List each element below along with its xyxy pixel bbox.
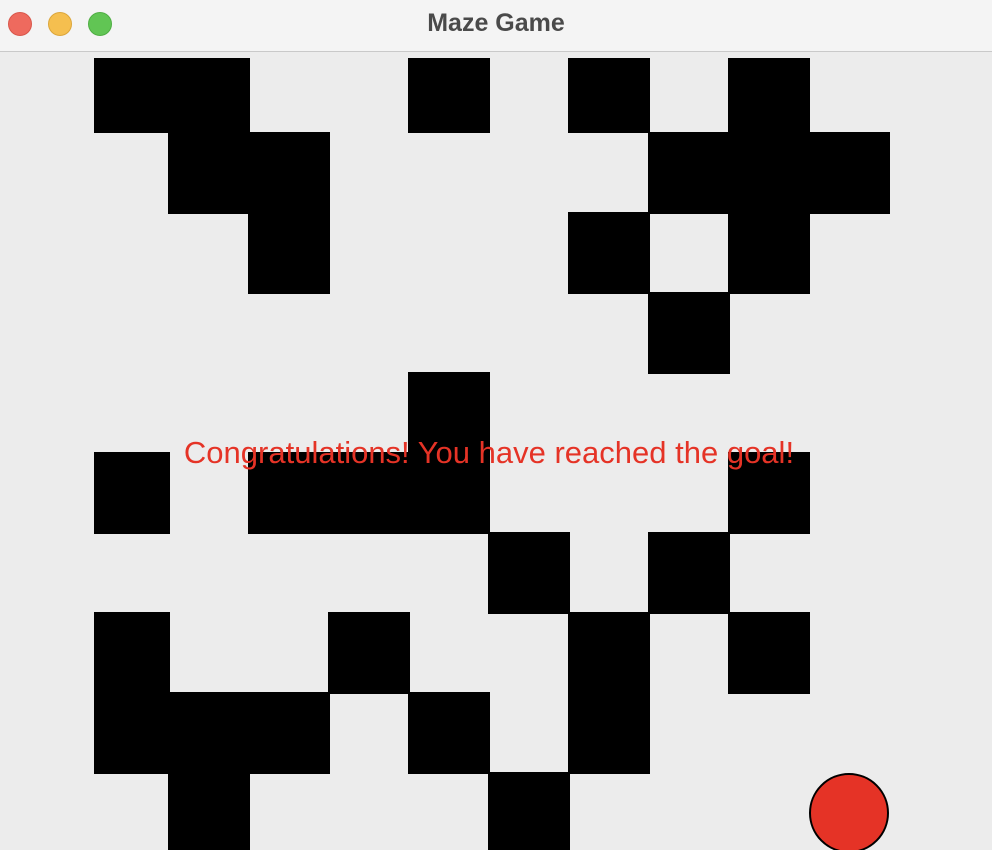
maze-wall (408, 58, 490, 133)
maze-board: Congratulations! You have reached the go… (0, 53, 992, 850)
window-title: Maze Game (427, 9, 565, 37)
maze-wall (168, 772, 250, 850)
maze-wall (568, 212, 650, 294)
goal-message: Congratulations! You have reached the go… (183, 435, 795, 470)
maze-wall (648, 532, 730, 614)
maze-wall (648, 132, 890, 214)
maze-wall (168, 132, 330, 214)
maze-wall (248, 212, 330, 294)
title-bar[interactable]: Maze Game (0, 0, 992, 52)
player-circle-icon (809, 773, 889, 850)
maze-wall (568, 612, 650, 694)
maze-wall (568, 58, 650, 133)
maze-wall (728, 612, 810, 694)
maze-wall (94, 612, 170, 694)
maze-wall (94, 58, 250, 133)
maze-wall (728, 58, 810, 133)
maze-wall (488, 772, 570, 850)
maze-game-window: Maze Game Congratulations! You have reac… (0, 0, 992, 850)
maze-wall (488, 532, 570, 614)
maze-wall (648, 292, 730, 374)
maze-wall (328, 612, 410, 694)
maze-wall (94, 692, 330, 774)
maze-wall (728, 212, 810, 294)
maze-wall (408, 692, 490, 774)
maze-wall (568, 692, 650, 774)
